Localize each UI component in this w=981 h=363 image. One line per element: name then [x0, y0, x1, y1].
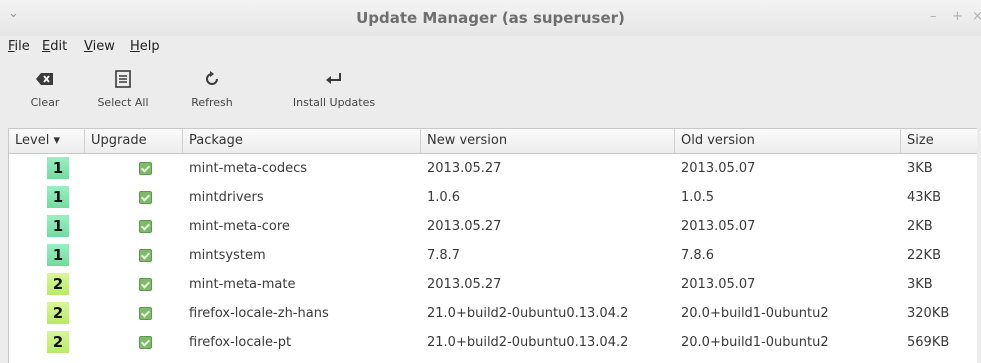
clear-label: Clear: [30, 96, 60, 109]
menu-help[interactable]: Help: [130, 39, 160, 54]
updates-table: Level ▾ Upgrade Package New version Old …: [8, 128, 977, 363]
new-version: 21.0+build2-0ubuntu0.13.04.2: [427, 335, 629, 350]
column-header-upgrade[interactable]: Upgrade: [85, 129, 183, 153]
old-version: 2013.05.07: [681, 161, 756, 176]
table-row[interactable]: 1 mintdrivers 1.0.6 1.0.5 43KB: [9, 183, 977, 212]
table-row[interactable]: 1 mint-meta-core 2013.05.27 2013.05.07 2…: [9, 212, 977, 241]
upgrade-checkbox[interactable]: [139, 220, 152, 233]
title-bar: ⌄ Update Manager (as superuser) – + ×: [0, 0, 981, 36]
column-header-new-version[interactable]: New version: [421, 129, 675, 153]
package-name: firefox-locale-pt: [189, 335, 292, 350]
menu-view[interactable]: View: [84, 39, 115, 54]
refresh-label: Refresh: [191, 96, 233, 109]
refresh-icon: [180, 68, 244, 90]
upgrade-checkbox[interactable]: [139, 191, 152, 204]
old-version: 1.0.5: [681, 190, 715, 205]
old-version: 7.8.6: [681, 248, 715, 263]
table-row[interactable]: 2 firefox-locale-zh-hans 21.0+build2-0ub…: [9, 299, 977, 328]
new-version: 2013.05.27: [427, 277, 502, 292]
column-header-old-version[interactable]: Old version: [675, 129, 901, 153]
old-version: 2013.05.07: [681, 277, 756, 292]
package-size: 22KB: [907, 248, 941, 263]
package-name: mint-meta-mate: [189, 277, 296, 292]
old-version: 2013.05.07: [681, 219, 756, 234]
package-size: 2KB: [907, 219, 933, 234]
level-badge: 1: [47, 215, 69, 237]
backspace-icon: [20, 68, 70, 90]
level-badge: 1: [47, 157, 69, 179]
table-row[interactable]: 1 mint-meta-codecs 2013.05.27 2013.05.07…: [9, 154, 977, 183]
window-title: Update Manager (as superuser): [356, 9, 625, 27]
table-row[interactable]: 1 mintsystem 7.8.7 7.8.6 22KB: [9, 241, 977, 270]
table-row[interactable]: 2 mint-meta-mate 2013.05.27 2013.05.07 3…: [9, 270, 977, 299]
new-version: 7.8.7: [427, 248, 461, 263]
refresh-button[interactable]: Refresh: [180, 68, 244, 116]
upgrade-checkbox[interactable]: [139, 162, 152, 175]
level-badge: 2: [47, 331, 69, 353]
table-row[interactable]: 2 firefox-locale-pt 21.0+build2-0ubuntu0…: [9, 328, 977, 357]
minimize-icon[interactable]: –: [930, 9, 937, 24]
package-name: mint-meta-codecs: [189, 161, 307, 176]
column-header-package[interactable]: Package: [183, 129, 421, 153]
select-all-label: Select All: [97, 96, 149, 109]
upgrade-checkbox[interactable]: [139, 336, 152, 349]
package-size: 43KB: [907, 190, 941, 205]
level-badge: 2: [47, 302, 69, 324]
install-updates-label: Install Updates: [292, 96, 376, 109]
level-badge: 1: [47, 186, 69, 208]
menu-edit[interactable]: Edit: [42, 39, 67, 54]
package-name: mintdrivers: [189, 190, 264, 205]
old-version: 20.0+build1-0ubuntu2: [681, 306, 829, 321]
maximize-icon[interactable]: +: [952, 9, 963, 24]
new-version: 2013.05.27: [427, 219, 502, 234]
package-size: 3KB: [907, 277, 933, 292]
package-name: mint-meta-core: [189, 219, 290, 234]
upgrade-checkbox[interactable]: [139, 307, 152, 320]
enter-arrow-icon: [276, 68, 392, 90]
package-size: 569KB: [907, 335, 950, 350]
select-all-button[interactable]: Select All: [88, 68, 158, 116]
level-badge: 2: [47, 273, 69, 295]
column-header-level[interactable]: Level ▾: [9, 129, 85, 153]
menu-file[interactable]: File: [8, 39, 30, 54]
upgrade-checkbox[interactable]: [139, 278, 152, 291]
upgrade-checkbox[interactable]: [139, 249, 152, 262]
package-name: mintsystem: [189, 248, 266, 263]
new-version: 21.0+build2-0ubuntu0.13.04.2: [427, 306, 629, 321]
select-all-icon: [88, 68, 158, 90]
menu-bar: File Edit View Help: [0, 36, 981, 60]
close-icon[interactable]: ×: [972, 9, 981, 24]
package-name: firefox-locale-zh-hans: [189, 306, 329, 321]
new-version: 1.0.6: [427, 190, 461, 205]
clear-button[interactable]: Clear: [20, 68, 70, 116]
level-badge: 1: [47, 244, 69, 266]
install-updates-button[interactable]: Install Updates: [276, 68, 392, 116]
column-header-size[interactable]: Size: [901, 129, 977, 153]
new-version: 2013.05.27: [427, 161, 502, 176]
table-header: Level ▾ Upgrade Package New version Old …: [9, 129, 977, 154]
package-size: 320KB: [907, 306, 950, 321]
old-version: 20.0+build1-0ubuntu2: [681, 335, 829, 350]
package-size: 3KB: [907, 161, 933, 176]
toolbar: Clear Select All Refresh Install Updates: [0, 64, 981, 120]
